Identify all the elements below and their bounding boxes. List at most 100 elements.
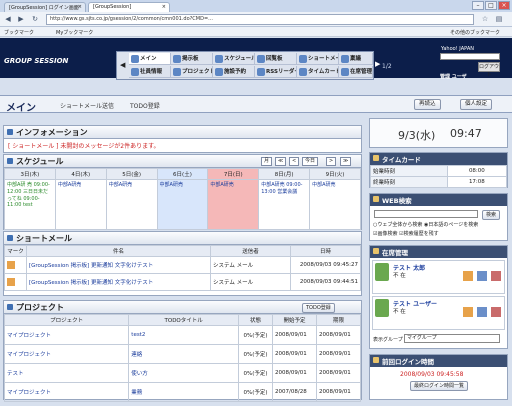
info-message[interactable]: [ ショートメール ] 未開封のメッセージが2件あります。 [4,139,361,152]
group-select[interactable]: マイグループ [404,334,500,343]
month-button[interactable]: 月 [261,157,273,166]
main-menu: メイン 掲示板 スケジュール 回覧板 ショートメール 稟議 社員情報 プロジェク… [116,51,374,80]
table-row[interactable]: [GroupSession 掲示板] 更新通知 文字化けテスト システム メール… [4,256,361,274]
absent-icon[interactable] [477,307,487,317]
next-week-button[interactable]: ≫ [340,157,352,166]
other-bookmarks[interactable]: その他のブックマーク [450,29,500,36]
bookmark-item[interactable]: Myブックマーク [56,29,93,36]
day-header[interactable]: 7日(日) [207,168,260,180]
shortmail-send-link[interactable]: ショートメール送信 [60,101,114,110]
mail-subject[interactable]: [GroupSession 掲示板] 更新通知 文字化けテスト [26,273,211,291]
lastlogin-panel: 前回ログイン時間 2008/09/03 09:45:58 最終ログイン時間一覧 [369,354,508,400]
forward-icon[interactable]: ▶ [16,15,26,24]
present-icon[interactable] [463,307,473,317]
present-icon[interactable] [463,271,473,281]
minimize-icon[interactable]: – [472,1,484,10]
close-icon[interactable]: × [78,4,82,10]
day-header[interactable]: 6日(土) [156,168,209,180]
header-search-input[interactable] [440,53,500,60]
menu-item[interactable]: メイン [129,53,171,65]
absent-icon[interactable] [477,271,487,281]
lastlogin-time: 2008/09/03 09:45:58 [400,371,464,378]
schedule-cell[interactable]: 中部A研売 [105,179,158,230]
back-icon[interactable]: ◀ [3,15,13,24]
today-button[interactable]: 今日 [302,157,319,166]
day-header[interactable]: 9日(火) [309,168,361,180]
menu-item[interactable]: RSSリーダー [255,66,297,78]
schedule-cell[interactable]: 中部A研売 09:00-13:00 営業会議 [258,179,311,230]
bookmark-item[interactable]: ブックマーク [4,29,34,36]
websearch-input[interactable] [374,210,478,218]
window-controls: – □ × [471,1,510,10]
info-title: インフォメーション [4,126,361,139]
reload-icon[interactable]: ↻ [30,15,40,24]
presence-user: テスト ユーザー 不 在 [372,296,505,330]
websearch-panel: WEB検索 検索 ○ウェブ全体から検索 ◉日本語のページを検索 ☑画像検索 ☑検… [369,193,508,241]
browser-tab-login[interactable]: [GroupSession] ログイン画面 × [4,2,86,12]
schedule-cell[interactable]: 中部A研売 [309,179,361,230]
star-icon[interactable]: ☆ [480,15,490,24]
browser-tab-main[interactable]: [GroupSession] × [88,2,170,12]
logout-button[interactable]: ログアウト [478,62,500,78]
bookmark-bar: ブックマーク Myブックマーク その他のブックマーク [0,27,512,37]
schedule-cell[interactable]: 中部A研売 [207,179,260,230]
project-name[interactable]: テスト [3,363,130,383]
schedule-cell[interactable]: 中部A研売 [54,179,107,230]
close-window-icon[interactable]: × [498,1,510,10]
menu-prev-icon[interactable]: ◀ [120,61,125,69]
page-title: メイン [6,103,36,114]
menu-item[interactable]: スケジュール [213,53,255,65]
other-icon[interactable] [491,307,501,317]
websearch-button[interactable]: 検索 [482,210,501,220]
todo-title[interactable]: test2 [128,325,239,345]
project-name[interactable]: マイプロジェクト [3,382,130,402]
menu-item[interactable]: 回覧板 [255,53,297,65]
prev-week-button[interactable]: ≪ [275,157,287,166]
schedule-panel: スケジュール 月 ≪ < 今日 > ≫ 3日(木) 4日(木) 5日(金) 6日… [3,154,362,230]
other-icon[interactable] [491,271,501,281]
table-row[interactable]: マイプロジェクト test2 0%(予定) 2008/09/01 2008/09/01 [3,325,361,345]
menu-item[interactable]: 在席管理 [339,66,373,78]
day-header[interactable]: 4日(木) [54,168,107,180]
project-name[interactable]: マイプロジェクト [3,344,130,364]
close-icon[interactable]: × [162,4,166,10]
url-input[interactable]: http://www.gs.sjts.co.jp/gsession/2/comm… [46,14,474,25]
page-menu-icon[interactable]: ▤ [494,15,504,24]
mail-subject[interactable]: [GroupSession 掲示板] 更新通知 文字化けテスト [26,256,211,274]
prev-day-button[interactable]: < [289,157,300,166]
menu-item[interactable]: 施設予約 [213,66,255,78]
todo-add-button[interactable]: TODO登録 [302,303,335,313]
day-header[interactable]: 3日(木) [4,168,56,180]
table-row[interactable]: テスト 使い方 0%(予定) 2008/09/01 2008/09/01 [3,363,361,383]
maximize-icon[interactable]: □ [485,1,497,10]
day-header[interactable]: 8日(月) [258,168,311,180]
todo-title[interactable]: 業務 [128,382,239,402]
lastlogin-list-button[interactable]: 最終ログイン時間一覧 [410,381,469,391]
mail-mark-icon [4,273,27,291]
schedule-cell[interactable]: 中部A研 売 09:00-12:00 三日日未だってね 09:00-11:00 … [4,179,56,230]
table-row[interactable]: マイプロジェクト 連絡 0%(予定) 2008/09/01 2008/09/01 [3,344,361,364]
mail-sender: システム メール [210,256,291,274]
timecard-label: 終業時刻 [370,176,448,188]
menu-item[interactable]: 掲示板 [171,53,213,65]
table-row[interactable]: マイプロジェクト 業務 0%(予定) 2007/08/28 2008/09/01 [3,382,361,402]
reload-button[interactable]: 再読込 [414,99,441,110]
todo-title[interactable]: 使い方 [128,363,239,383]
next-day-button[interactable]: > [326,157,337,166]
menu-item[interactable]: 社員情報 [129,66,171,78]
schedule-cell[interactable]: 中部A研売 [156,179,209,230]
table-row[interactable]: [GroupSession 掲示板] 更新通知 文字化けテスト システム メール… [4,273,361,291]
menu-item[interactable]: ショートメール [297,53,339,65]
todo-title[interactable]: 連絡 [128,344,239,364]
menu-item[interactable]: タイムカード [297,66,339,78]
settings-button[interactable]: 個人設定 [460,99,493,110]
main-toolbar: メイン ショートメール送信 TODO登録 再読込 個人設定 [0,95,512,114]
column-header: プロジェクト [3,314,130,326]
menu-item[interactable]: プロジェクト [171,66,213,78]
clock-date: 9/3(水) [398,129,436,142]
todo-register-link[interactable]: TODO登録 [130,101,160,110]
menu-next-icon[interactable]: ▶ [375,60,380,68]
day-header[interactable]: 5日(金) [105,168,158,180]
project-name[interactable]: マイプロジェクト [3,325,130,345]
menu-item[interactable]: 稟議 [339,53,373,65]
